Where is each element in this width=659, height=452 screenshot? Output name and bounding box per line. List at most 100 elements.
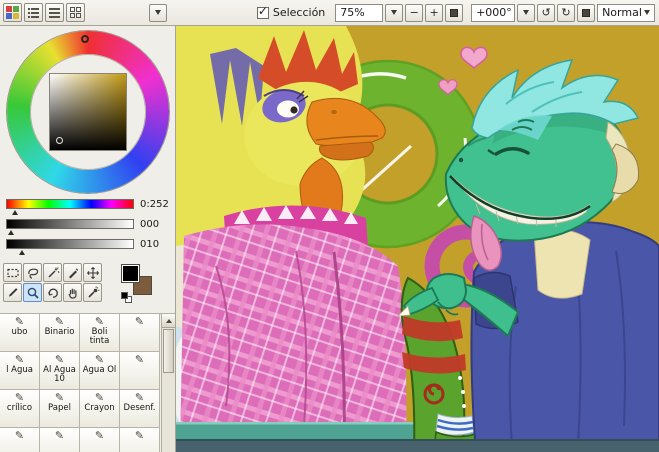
hue-slider[interactable]	[6, 199, 134, 209]
zoom-reset-button[interactable]	[445, 3, 464, 22]
grid-squares-icon	[69, 7, 81, 18]
brush-cell-crayon[interactable]: ✎ Crayon	[79, 389, 120, 428]
default-colors-swatch[interactable]	[121, 292, 133, 304]
hue-marker[interactable]	[80, 35, 89, 43]
pen-icon: ✎	[14, 429, 25, 442]
rotate-cw-icon: ↻	[561, 6, 571, 19]
blend-mode-select[interactable]: Normal	[597, 3, 655, 22]
rotate-ccw-icon: ↺	[541, 6, 551, 19]
panel-menu-button[interactable]	[148, 3, 167, 22]
scrollbar-thumb[interactable]	[163, 329, 174, 373]
hue-slider-row: 0:252	[6, 199, 171, 219]
brush-cell[interactable]: ✎	[119, 314, 160, 352]
zoom-field[interactable]: 75%	[335, 3, 384, 22]
brush-cell-tubo[interactable]: ✎ ubo	[0, 314, 40, 352]
brush-cell[interactable]: ✎	[39, 427, 80, 452]
color-palette-icon[interactable]	[3, 3, 22, 22]
brush-cell[interactable]: ✎	[79, 427, 120, 452]
brush-cell[interactable]: ✎	[119, 351, 160, 390]
brush-cell[interactable]: ✎	[0, 427, 40, 452]
move-tool-button[interactable]	[83, 263, 102, 282]
sv-marker[interactable]	[55, 137, 63, 144]
slider-marker[interactable]	[12, 210, 18, 215]
eyedropper-tool-button[interactable]	[3, 283, 22, 302]
brush-label: Desenf.	[123, 403, 156, 413]
zoom-dropdown-button[interactable]	[385, 3, 404, 22]
color-wheel[interactable]	[6, 31, 169, 193]
selection-pen-icon	[68, 267, 78, 278]
rect-select-tool-button[interactable]	[3, 263, 22, 282]
slider-2[interactable]	[6, 219, 134, 229]
canvas-area[interactable]	[176, 26, 659, 452]
arrow-up-icon	[165, 318, 172, 323]
brush-cell-boli-tinta[interactable]: ✎ Boli tinta	[79, 314, 120, 352]
angle-dropdown-button[interactable]	[517, 3, 536, 22]
brush-cell-al-agua[interactable]: ✎ l Agua	[0, 351, 40, 390]
chevron-down-icon	[154, 10, 161, 15]
selection-checkbox[interactable]: ✓ Selección	[256, 3, 326, 19]
brush-cell-agua-oleo[interactable]: ✎ Agua Ol	[79, 351, 120, 390]
pen-icon: ✎	[134, 315, 145, 328]
list-lines-icon	[48, 7, 60, 18]
plus-icon: +	[429, 6, 439, 19]
rotate-cw-button[interactable]: ↻	[557, 3, 575, 22]
brush-label: Agua Ol	[82, 365, 117, 375]
reset-square-icon	[581, 8, 590, 17]
magic-wand-icon	[47, 266, 60, 278]
rotate-ccw-button[interactable]: ↺	[537, 3, 556, 22]
swatch-list-icon[interactable]	[23, 3, 43, 22]
brush-cell-al-agua-10[interactable]: ✎ Al Agua 10	[39, 351, 80, 390]
top-toolbar: ✓ Selección 75% − + +000° ↺ ↻ Normal	[0, 0, 659, 26]
selection-pen-tool-button[interactable]	[63, 263, 82, 282]
rotate-tool-button[interactable]	[43, 283, 62, 302]
grid-icon[interactable]	[65, 3, 85, 22]
pen-icon: ✎	[54, 429, 65, 442]
artwork-canvas[interactable]	[176, 26, 659, 452]
foreground-color-swatch[interactable]	[121, 264, 140, 283]
angle-value: +000°	[476, 6, 512, 19]
airbrush-tool-button[interactable]	[83, 283, 102, 302]
selection-label: Selección	[272, 6, 326, 19]
brush-grid: ✎ ubo ✎ Binario ✎ Boli tinta ✎ ✎ l Agua ✎ Al …	[0, 314, 161, 452]
brush-label: Crayon	[84, 403, 115, 413]
brush-cell-acrilico[interactable]: ✎ crílico	[0, 389, 40, 428]
scrollbar-up-button[interactable]	[162, 314, 175, 328]
brush-scrollbar[interactable]	[161, 314, 175, 452]
color-swatches	[121, 264, 157, 304]
zoom-tool-button[interactable]	[23, 283, 42, 302]
chevron-down-icon	[523, 10, 530, 15]
magic-wand-tool-button[interactable]	[43, 263, 62, 282]
chevron-down-icon	[644, 10, 650, 15]
brush-cell-desenfoque[interactable]: ✎ Desenf.	[119, 389, 160, 428]
zoom-out-button[interactable]: −	[405, 3, 424, 22]
slider-marker[interactable]	[8, 230, 14, 235]
brush-cell[interactable]: ✎	[119, 427, 160, 452]
brush-label: Boli tinta	[89, 327, 110, 346]
brush-label: crílico	[6, 403, 33, 413]
zoom-in-button[interactable]: +	[425, 3, 444, 22]
hand-tool-button[interactable]	[63, 283, 82, 302]
brush-label: Al Agua 10	[43, 365, 76, 384]
checkbox-box: ✓	[256, 3, 269, 19]
airbrush-icon	[87, 285, 100, 298]
list-icon[interactable]	[44, 3, 64, 22]
hand-icon	[68, 288, 76, 299]
angle-reset-button[interactable]	[577, 3, 595, 22]
check-icon: ✓	[257, 3, 268, 18]
hue-slider-value: 0:252	[140, 199, 169, 210]
palette-squares-icon	[5, 6, 19, 19]
brush-palette: ✎ ubo ✎ Binario ✎ Boli tinta ✎ ✎ l Agua ✎ Al …	[0, 313, 175, 452]
lasso-tool-button[interactable]	[23, 263, 42, 282]
slider-marker[interactable]	[19, 250, 25, 255]
blend-mode-value: Normal	[602, 6, 642, 19]
table-edge	[176, 439, 659, 452]
eyedropper-icon	[8, 287, 17, 297]
brush-cell-papel[interactable]: ✎ Papel	[39, 389, 80, 428]
slider-3[interactable]	[6, 239, 134, 249]
brush-cell-binario[interactable]: ✎ Binario	[39, 314, 80, 352]
angle-field[interactable]: +000°	[471, 3, 516, 22]
rect-select-icon	[6, 268, 19, 277]
slider-3-value: 010	[140, 239, 160, 250]
chevron-down-icon	[391, 10, 398, 15]
pen-icon: ✎	[134, 429, 145, 442]
